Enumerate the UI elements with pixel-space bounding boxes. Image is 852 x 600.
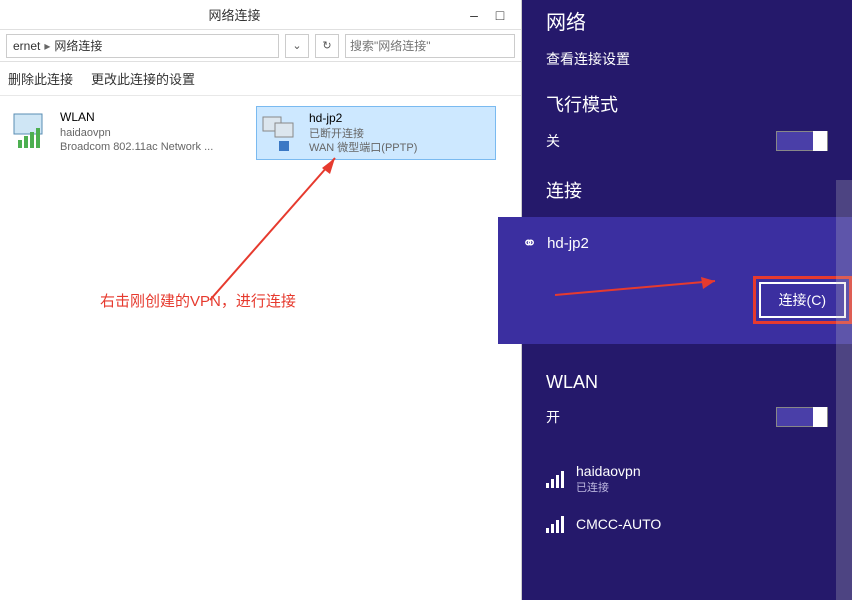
dropdown-button[interactable]: ⌄ [285, 34, 309, 58]
view-connection-settings-link[interactable]: 查看连接设置 [546, 49, 828, 69]
connections-list: WLAN haidaovpn Broadcom 802.11ac Network… [0, 96, 521, 170]
change-settings-button[interactable]: 更改此连接的设置 [91, 69, 195, 88]
wifi-signal-icon [546, 470, 564, 488]
toolbar: 删除此连接 更改此连接的设置 [0, 62, 521, 96]
address-bar: ernet ▸ 网络连接 ⌄ ↻ [0, 30, 521, 62]
chevron-right-icon: ▸ [44, 39, 50, 53]
annotation-text: 右击刚创建的VPN，进行连接 [100, 290, 296, 311]
wlan-state: 开 [546, 407, 560, 427]
airplane-state: 关 [546, 131, 560, 151]
panel-title: 网络 [546, 0, 828, 49]
airplane-mode-label: 飞行模式 [546, 91, 828, 117]
connection-name: hd-jp2 [309, 111, 417, 127]
wifi-status: 已连接 [576, 479, 641, 495]
wifi-name: haidaovpn [576, 463, 641, 479]
breadcrumb-part: ernet [13, 39, 40, 53]
connection-adapter: Broadcom 802.11ac Network ... [60, 140, 213, 154]
search-input[interactable] [350, 39, 510, 53]
toggle-knob [813, 131, 827, 151]
window-title: 网络连接 [8, 5, 461, 24]
airplane-toggle[interactable] [776, 131, 828, 151]
wifi-item[interactable]: CMCC-AUTO [546, 505, 828, 543]
vpn-icon [261, 111, 303, 153]
connection-type: WAN 微型端口(PPTP) [309, 141, 417, 155]
wifi-item[interactable]: haidaovpn 已连接 [546, 453, 828, 505]
toggle-knob [813, 407, 827, 427]
connections-section-label: 连接 [546, 177, 828, 203]
maximize-button[interactable]: □ [487, 7, 513, 23]
vpn-link-icon: ⚭ [522, 233, 537, 254]
wlan-section-label: WLAN [546, 372, 828, 393]
connection-status: 已断开连接 [309, 127, 417, 141]
connection-item-vpn[interactable]: hd-jp2 已断开连接 WAN 微型端口(PPTP) [256, 106, 496, 160]
refresh-button[interactable]: ↻ [315, 34, 339, 58]
wifi-name: CMCC-AUTO [576, 516, 661, 532]
wifi-signal-icon [546, 515, 564, 533]
breadcrumb-part: 网络连接 [54, 37, 102, 54]
scrollbar[interactable] [836, 180, 852, 600]
connect-button[interactable]: 连接(C) [759, 282, 846, 318]
connection-ssid: haidaovpn [60, 126, 213, 140]
title-bar: 网络连接 – □ [0, 0, 521, 30]
connection-name: WLAN [60, 110, 213, 126]
wlan-icon [12, 110, 54, 152]
search-box[interactable] [345, 34, 515, 58]
connection-item-wlan[interactable]: WLAN haidaovpn Broadcom 802.11ac Network… [8, 106, 248, 158]
vpn-name: hd-jp2 [547, 235, 589, 252]
network-charm-panel: 网络 查看连接设置 飞行模式 关 连接 ⚭ hd-jp2 连接(C) WLAN … [522, 0, 852, 600]
minimize-button[interactable]: – [461, 7, 487, 23]
wlan-toggle[interactable] [776, 407, 828, 427]
breadcrumb[interactable]: ernet ▸ 网络连接 [6, 34, 279, 58]
delete-connection-button[interactable]: 删除此连接 [8, 69, 73, 88]
vpn-connection-panel[interactable]: ⚭ hd-jp2 连接(C) [498, 217, 852, 344]
